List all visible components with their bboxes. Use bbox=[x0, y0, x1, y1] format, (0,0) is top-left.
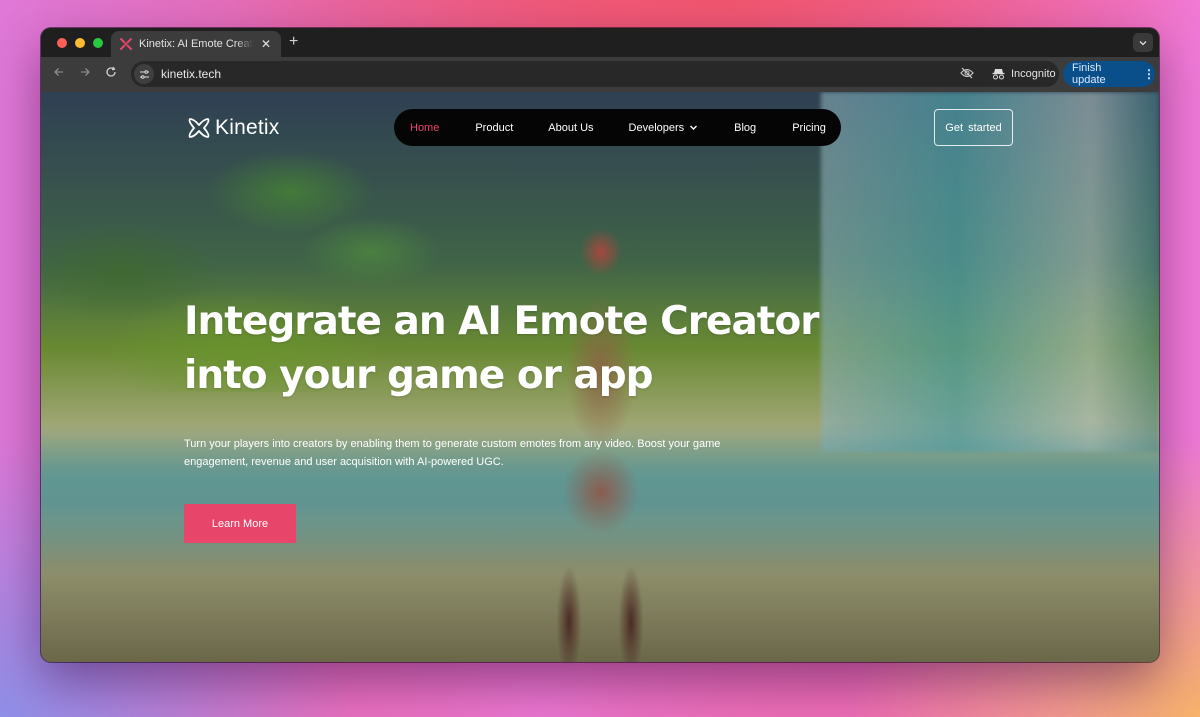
hero-title-line-1: Integrate an AI Emote Creator bbox=[184, 299, 819, 344]
finish-update-label: Finish update bbox=[1072, 62, 1106, 86]
tab-kinetix[interactable]: Kinetix: AI Emote Creator: Boost ✕ bbox=[111, 31, 281, 57]
finish-update-button[interactable]: Finish update ⋮ bbox=[1063, 61, 1155, 87]
forward-arrow-icon bbox=[81, 68, 90, 76]
site-info-button[interactable] bbox=[134, 64, 154, 84]
kinetix-logo-icon bbox=[188, 118, 210, 138]
maximize-window-button[interactable] bbox=[93, 38, 103, 48]
logo-text: Kinetix bbox=[215, 116, 280, 139]
minimize-window-button[interactable] bbox=[75, 38, 85, 48]
chevron-down-icon bbox=[690, 125, 698, 130]
forward-button[interactable] bbox=[77, 66, 93, 81]
hero-title-line-2: into your game or app bbox=[184, 353, 654, 398]
nav-home[interactable]: Home bbox=[410, 122, 439, 134]
url-text: kinetix.tech bbox=[161, 67, 222, 81]
back-button[interactable] bbox=[51, 66, 67, 81]
kebab-menu-icon[interactable]: ⋮ bbox=[1143, 67, 1155, 81]
window-controls bbox=[57, 38, 103, 48]
new-tab-button[interactable]: + bbox=[289, 33, 298, 51]
get-started-button[interactable]: Get started bbox=[934, 109, 1013, 146]
learn-more-button[interactable]: Learn More bbox=[184, 504, 296, 543]
kinetix-logo[interactable]: Kinetix bbox=[187, 116, 279, 140]
close-window-button[interactable] bbox=[57, 38, 67, 48]
incognito-indicator[interactable]: Incognito bbox=[983, 61, 1059, 87]
chevron-down-icon bbox=[1139, 40, 1147, 45]
nav-about-us[interactable]: About Us bbox=[548, 122, 593, 134]
tab-title: Kinetix: AI Emote Creator: Boost bbox=[139, 38, 253, 50]
nav-blog[interactable]: Blog bbox=[734, 122, 756, 134]
kinetix-favicon-icon bbox=[120, 38, 132, 50]
nav-developers-label: Developers bbox=[628, 121, 685, 134]
browser-window: Kinetix: AI Emote Creator: Boost ✕ + bbox=[41, 28, 1159, 662]
address-bar[interactable]: kinetix.tech bbox=[131, 61, 1003, 87]
nav-product[interactable]: Product bbox=[475, 122, 513, 134]
back-arrow-icon bbox=[54, 68, 63, 76]
tune-icon bbox=[139, 69, 149, 79]
reload-icon bbox=[106, 66, 116, 77]
hero-subtitle: Turn your players into creators by enabl… bbox=[184, 438, 721, 468]
main-nav: Home Product About Us Developers Blog Pr… bbox=[394, 109, 841, 146]
nav-pricing[interactable]: Pricing bbox=[792, 122, 826, 134]
tab-close-icon[interactable]: ✕ bbox=[259, 37, 273, 51]
browser-toolbar: kinetix.tech Incognito Finish update ⋮ bbox=[41, 57, 1159, 92]
incognito-label: Incognito bbox=[1011, 68, 1056, 80]
hero-title: Integrate an AI Emote Creator into your … bbox=[184, 295, 824, 403]
tab-strip: Kinetix: AI Emote Creator: Boost ✕ + bbox=[41, 28, 1159, 57]
incognito-icon bbox=[992, 69, 1005, 80]
eye-off-icon[interactable] bbox=[960, 67, 974, 79]
tab-search-button[interactable] bbox=[1133, 33, 1153, 52]
reload-button[interactable] bbox=[103, 66, 119, 81]
webpage: Kinetix Home Product About Us Developers… bbox=[41, 92, 1159, 662]
nav-developers[interactable]: Developers bbox=[629, 122, 699, 134]
